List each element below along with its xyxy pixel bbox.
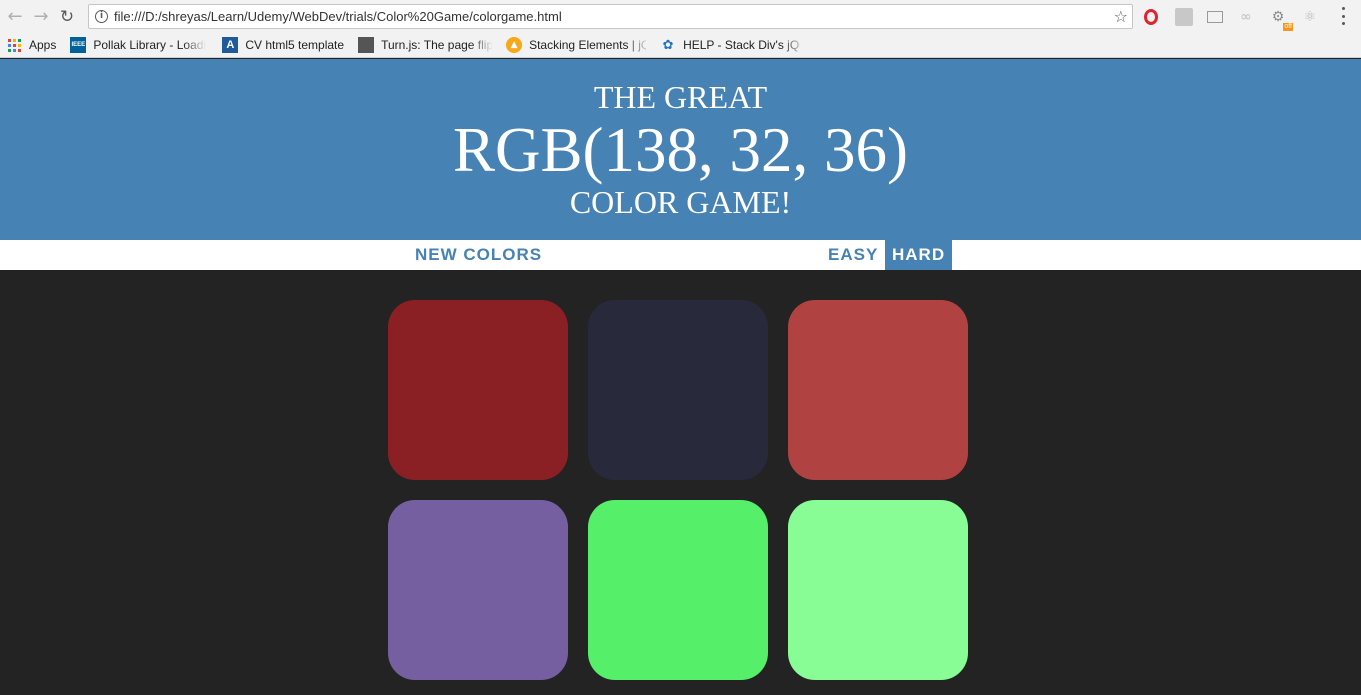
bookmark-label: HELP - Stack Div's jQu [683, 38, 801, 52]
bookmark-apps[interactable]: Apps [6, 37, 56, 53]
bookmark-label: Stacking Elements | jQ [529, 38, 647, 52]
mail-icon[interactable] [1207, 11, 1223, 23]
bookmark-label: Pollak Library - Loadi [93, 38, 207, 52]
bookmark-stacking[interactable]: ▲ Stacking Elements | jQ [506, 37, 646, 53]
easy-mode-button[interactable]: EASY [821, 240, 886, 270]
color-square[interactable] [788, 500, 968, 680]
forward-icon[interactable]: → [28, 4, 54, 30]
game-header: THE GREAT RGB(138, 32, 36) COLOR GAME! [0, 59, 1361, 240]
opera-icon[interactable] [1144, 9, 1158, 25]
bookmark-pollak[interactable]: IEEE Pollak Library - Loadi [70, 37, 208, 53]
bookmark-help[interactable]: ✿ HELP - Stack Div's jQu [660, 37, 800, 53]
bookmarks-bar: Apps IEEE Pollak Library - Loadi A CV ht… [0, 33, 1361, 58]
info-icon[interactable]: i [95, 10, 108, 23]
new-colors-button[interactable]: NEW COLORS [408, 240, 550, 270]
cv-icon: A [222, 37, 239, 53]
url-text[interactable]: file:///D:/shreyas/Learn/Udemy/WebDev/tr… [114, 9, 562, 24]
color-board [0, 270, 1361, 695]
address-bar[interactable]: i file:///D:/shreyas/Learn/Udemy/WebDev/… [88, 4, 1133, 29]
back-icon[interactable]: ← [2, 4, 28, 30]
color-square[interactable] [788, 300, 968, 480]
password-icon[interactable]: ∞ [1237, 8, 1255, 26]
gear-icon[interactable]: ⚙ off [1269, 8, 1293, 31]
off-badge: off [1283, 23, 1293, 31]
bookmark-turnjs[interactable]: Turn.js: The page flip [358, 37, 492, 53]
stacking-icon: ▲ [506, 37, 523, 53]
bookmark-label: Turn.js: The page flip [381, 38, 493, 52]
controls-stripe: NEW COLORS EASY HARD [0, 240, 1361, 270]
apps-grid-icon [6, 37, 22, 53]
target-rgb-display: RGB(138, 32, 36) [453, 115, 908, 185]
turnjs-icon [358, 37, 375, 53]
bookmark-cv[interactable]: A CV html5 template [222, 37, 344, 53]
bookmark-star-icon[interactable]: ☆ [1114, 7, 1128, 26]
title-bottom: COLOR GAME! [569, 184, 792, 220]
hard-mode-button[interactable]: HARD [885, 240, 953, 270]
color-square[interactable] [388, 300, 568, 480]
pdf-icon[interactable] [1175, 8, 1193, 26]
extension-icons: ∞ ⚙ off ⚛ [1141, 6, 1333, 31]
color-square[interactable] [588, 300, 768, 480]
ieee-icon: IEEE [70, 37, 87, 53]
browser-toolbar: ← → ↻ i file:///D:/shreyas/Learn/Udemy/W… [0, 0, 1361, 33]
reload-icon[interactable]: ↻ [54, 4, 80, 30]
bookmark-label: CV html5 template [245, 38, 345, 52]
color-square[interactable] [588, 500, 768, 680]
react-icon[interactable]: ⚛ [1301, 8, 1319, 26]
help-icon: ✿ [662, 37, 674, 53]
menu-icon[interactable] [1338, 7, 1348, 25]
color-square[interactable] [388, 500, 568, 680]
title-top: THE GREAT [593, 79, 768, 115]
bookmark-label: Apps [29, 38, 57, 52]
